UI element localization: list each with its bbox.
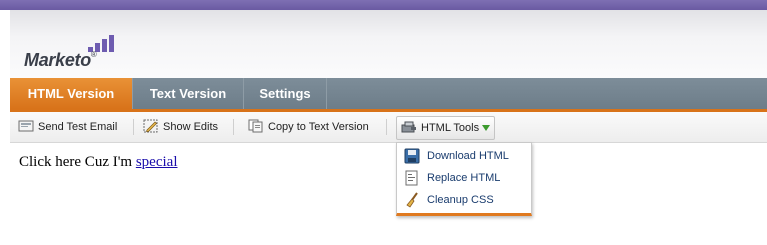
menu-item-label: Cleanup CSS [427, 194, 494, 206]
menu-item-label: Download HTML [427, 150, 509, 162]
copy-to-text-version-button[interactable]: Copy to Text Version [248, 116, 369, 138]
tab-bar: HTML Version Text Version Settings [10, 78, 767, 109]
top-accent-bar [0, 0, 767, 10]
html-tools-dropdown[interactable]: HTML Tools [396, 116, 496, 140]
html-tools-menu: Download HTML Replace HTML Cleanup CSS [396, 142, 532, 216]
menu-item-replace-html[interactable]: Replace HTML [397, 167, 531, 189]
editor-toolbar: Send Test Email Show Edits Copy to Text … [10, 112, 767, 143]
show-edits-button[interactable]: Show Edits [143, 116, 218, 138]
tools-icon [401, 120, 417, 134]
logo-text: Marketo® [24, 50, 97, 70]
toolbar-divider [233, 119, 234, 135]
body-text: Click here Cuz I'm [19, 154, 136, 170]
save-disk-icon [404, 148, 420, 164]
show-edits-label: Show Edits [163, 121, 219, 133]
broom-icon [404, 192, 420, 208]
copy-to-text-version-label: Copy to Text Version [268, 121, 369, 133]
send-test-email-button[interactable]: Send Test Email [18, 116, 117, 138]
tab-settings[interactable]: Settings [244, 78, 327, 109]
menu-item-cleanup-css[interactable]: Cleanup CSS [397, 189, 531, 211]
tab-html-version[interactable]: HTML Version [10, 78, 133, 109]
header: Marketo® [10, 10, 767, 78]
document-icon [404, 170, 420, 186]
copy-icon [248, 119, 264, 133]
chevron-down-icon [482, 125, 491, 132]
pencil-icon [143, 119, 159, 133]
send-test-email-label: Send Test Email [38, 121, 118, 133]
email-icon [18, 119, 34, 133]
toolbar-divider [386, 119, 387, 135]
marketo-logo: Marketo® [24, 34, 124, 74]
menu-item-download-html[interactable]: Download HTML [397, 145, 531, 167]
email-body-content: Click here Cuz I'm special [19, 154, 178, 171]
special-link[interactable]: special [136, 154, 178, 170]
toolbar-divider [133, 119, 134, 135]
menu-item-label: Replace HTML [427, 172, 501, 184]
html-tools-label: HTML Tools [421, 122, 480, 134]
tab-text-version[interactable]: Text Version [133, 78, 244, 109]
